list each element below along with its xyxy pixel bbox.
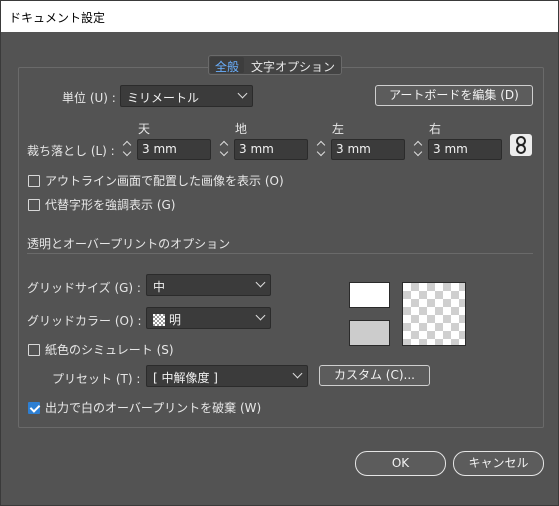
bleed-bottom-input[interactable]: 3 mm	[234, 138, 308, 160]
checkbox-box[interactable]	[28, 198, 40, 211]
checkbox-box[interactable]	[28, 174, 40, 187]
checker-swatch-icon	[153, 314, 165, 326]
preset-label: プリセット (T) :	[52, 372, 141, 386]
tab-bar: 全般 文字オプション	[208, 55, 343, 75]
bleed-right-stepper[interactable]: 3 mm	[413, 138, 502, 160]
units-value: ミリメートル	[127, 91, 200, 105]
bleed-left-label: 左	[332, 122, 345, 136]
bleed-left-input[interactable]: 3 mm	[331, 138, 405, 160]
link-bleed-button[interactable]	[510, 134, 532, 156]
grid-color-swatch-2[interactable]	[349, 320, 390, 346]
checkbox-box[interactable]	[28, 343, 40, 356]
grid-color-value: 明	[169, 313, 182, 327]
bleed-bottom-label: 地	[235, 122, 248, 136]
grid-size-value: 中	[153, 280, 166, 294]
bleed-left-stepper[interactable]: 3 mm	[316, 138, 405, 160]
units-select[interactable]: ミリメートル	[120, 85, 253, 107]
chevron-down-icon	[255, 277, 266, 288]
tab-general[interactable]: 全般	[210, 57, 245, 74]
stepper-arrows-icon[interactable]	[413, 139, 425, 159]
checkbox-box[interactable]	[28, 401, 40, 414]
preset-select[interactable]: [ 中解像度 ]	[146, 365, 308, 387]
bleed-right-label: 右	[429, 122, 442, 136]
window-title: ドキュメント設定	[9, 11, 106, 25]
bleed-bottom-stepper[interactable]: 3 mm	[219, 138, 308, 160]
chevron-down-icon	[237, 88, 248, 99]
stepper-arrows-icon[interactable]	[316, 139, 328, 159]
chevron-down-icon	[292, 368, 303, 379]
grid-size-label: グリッドサイズ (G) :	[27, 281, 141, 295]
document-setup-dialog: ドキュメント設定 全般 文字オプション 単位 (U) : ミリメートル アートボ…	[0, 0, 559, 506]
preset-value: [ 中解像度 ]	[153, 371, 218, 385]
grid-preview	[402, 282, 466, 346]
ok-button[interactable]: OK	[355, 451, 446, 476]
grid-color-swatch-1[interactable]	[349, 282, 390, 308]
discard-white-overprint-label: 出力で白のオーバープリントを破棄 (W)	[45, 401, 262, 415]
simulate-paper-checkbox[interactable]: 紙色のシミュレート (S)	[28, 341, 174, 358]
edit-artboards-button[interactable]: アートボードを編集 (D)	[375, 85, 533, 106]
transparency-section-title: 透明とオーバープリントのオプション	[27, 237, 231, 251]
substituted-glyphs-label: 代替字形を強調表示 (G)	[45, 198, 176, 212]
grid-color-select[interactable]: 明	[146, 307, 271, 329]
bleed-top-label: 天	[138, 122, 151, 136]
outline-images-checkbox[interactable]: アウトライン画面で配置した画像を表示 (O)	[28, 172, 284, 189]
units-label: 単位 (U) :	[62, 91, 116, 105]
stepper-arrows-icon[interactable]	[219, 139, 231, 159]
stepper-arrows-icon[interactable]	[122, 139, 134, 159]
discard-white-overprint-checkbox[interactable]: 出力で白のオーバープリントを破棄 (W)	[28, 399, 261, 416]
bleed-top-input[interactable]: 3 mm	[137, 138, 211, 160]
substituted-glyphs-checkbox[interactable]: 代替字形を強調表示 (G)	[28, 196, 175, 213]
chain-link-icon	[516, 136, 526, 154]
simulate-paper-label: 紙色のシミュレート (S)	[45, 343, 174, 357]
cancel-button[interactable]: キャンセル	[453, 451, 544, 476]
tab-type-options[interactable]: 文字オプション	[245, 56, 341, 74]
section-divider	[27, 253, 533, 254]
bleed-top-stepper[interactable]: 3 mm	[122, 138, 211, 160]
bleed-label: 裁ち落とし (L) :	[27, 144, 115, 158]
chevron-down-icon	[255, 310, 266, 321]
outline-images-label: アウトライン画面で配置した画像を表示 (O)	[45, 174, 284, 188]
bleed-right-input[interactable]: 3 mm	[428, 138, 502, 160]
custom-button[interactable]: カスタム (C)...	[319, 365, 430, 386]
title-bar: ドキュメント設定	[1, 1, 558, 32]
grid-color-label: グリッドカラー (O) :	[27, 314, 142, 328]
grid-size-select[interactable]: 中	[146, 274, 271, 296]
